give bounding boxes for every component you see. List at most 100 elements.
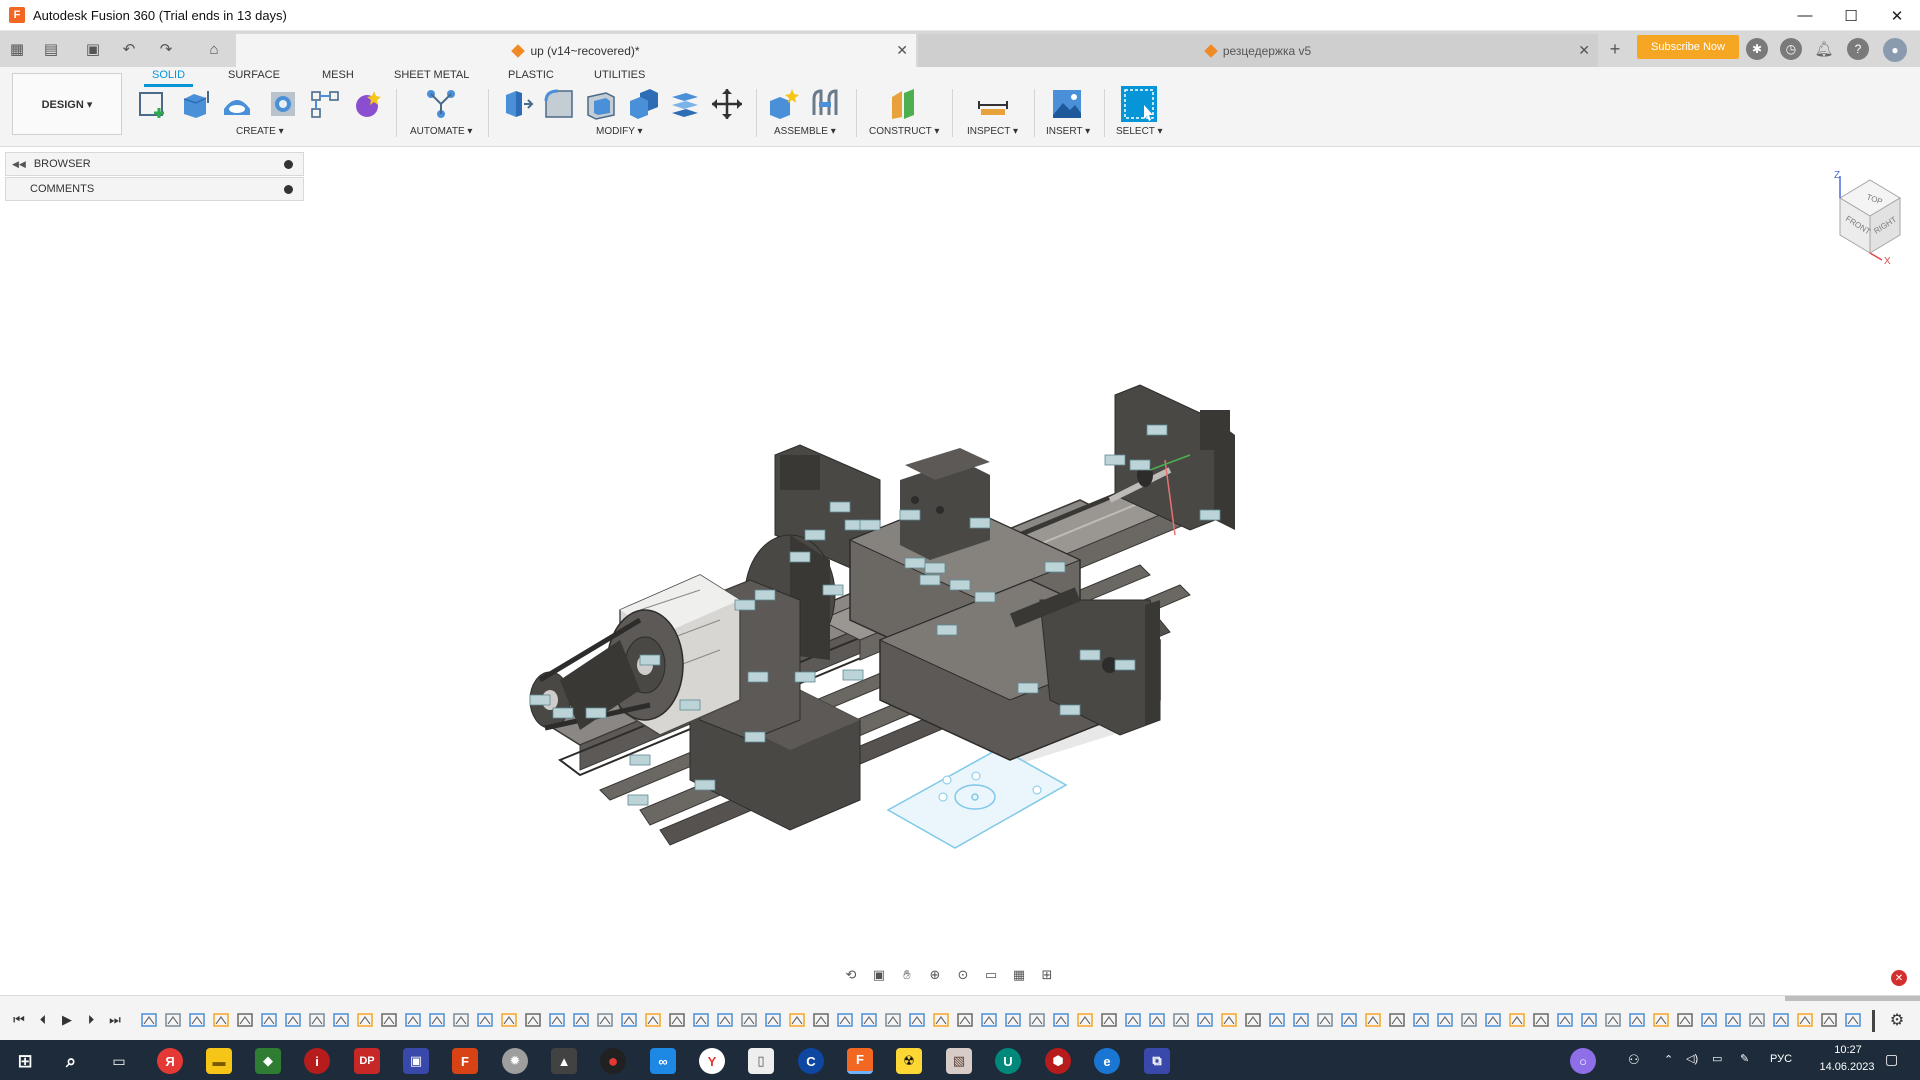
clock-time[interactable]: 10:27	[1818, 1044, 1878, 1056]
timeline-feature-icon[interactable]	[1557, 1013, 1573, 1027]
floppy-app-icon[interactable]: ▣	[403, 1048, 429, 1074]
timeline-feature-icon[interactable]	[1725, 1013, 1741, 1027]
timeline-settings-icon[interactable]: ⚙	[1888, 1011, 1906, 1029]
help-icon[interactable]: ?	[1847, 38, 1869, 60]
timeline-feature-icon[interactable]	[957, 1013, 973, 1027]
offset-plane-icon[interactable]	[886, 87, 920, 121]
timeline-feature-icon[interactable]	[1461, 1013, 1477, 1027]
timeline-feature-icon[interactable]	[1629, 1013, 1645, 1027]
network-icon[interactable]: ▭	[1712, 1052, 1722, 1065]
timeline-feature-icon[interactable]	[1149, 1013, 1165, 1027]
notepad-icon[interactable]: ▯	[748, 1048, 774, 1074]
app-u-icon[interactable]: U	[995, 1048, 1021, 1074]
construct-menu[interactable]: CONSTRUCT ▾	[869, 126, 939, 137]
timeline-feature-icon[interactable]	[213, 1013, 229, 1027]
tab-up-v14[interactable]: up (v14~recovered)* ✕	[236, 34, 916, 67]
timeline-feature-icon[interactable]	[261, 1013, 277, 1027]
timeline-feature-icon[interactable]	[1317, 1013, 1333, 1027]
timeline-feature-icon[interactable]	[789, 1013, 805, 1027]
sketch-plane[interactable]	[886, 747, 1068, 849]
clock-date[interactable]: 14.06.2023	[1812, 1061, 1882, 1073]
timeline-feature-icon[interactable]	[1389, 1013, 1405, 1027]
shell-icon[interactable]	[584, 87, 618, 121]
joint-icon[interactable]	[808, 87, 842, 121]
tab-rezcederzhka[interactable]: резцедержка v5 ✕	[918, 34, 1598, 67]
timeline-feature-icon[interactable]	[501, 1013, 517, 1027]
press-pull-icon[interactable]	[500, 87, 534, 121]
create-menu[interactable]: CREATE ▾	[236, 126, 284, 137]
timeline-feature-icon[interactable]	[165, 1013, 181, 1027]
record-icon[interactable]: ●	[600, 1048, 626, 1074]
timeline-feature-icon[interactable]	[1509, 1013, 1525, 1027]
tab-plastic[interactable]: PLASTIC	[508, 69, 554, 87]
timeline-feature-icon[interactable]	[1341, 1013, 1357, 1027]
timeline-feature-icon[interactable]	[573, 1013, 589, 1027]
timeline-feature-icon[interactable]	[981, 1013, 997, 1027]
timeline-feature-icon[interactable]	[717, 1013, 733, 1027]
pan-icon[interactable]: ✋︎	[896, 965, 918, 985]
timeline-feature-icon[interactable]	[837, 1013, 853, 1027]
timeline-feature-icon[interactable]	[1029, 1013, 1045, 1027]
tab-utilities[interactable]: UTILITIES	[594, 69, 645, 87]
redo-icon[interactable]: ↷	[155, 38, 177, 60]
grid-apps-icon[interactable]: ▦	[6, 38, 28, 60]
timeline-feature-icon[interactable]	[1197, 1013, 1213, 1027]
create-sketch-icon[interactable]	[136, 87, 170, 121]
timeline-feature-icon[interactable]	[1581, 1013, 1597, 1027]
automate-menu[interactable]: AUTOMATE ▾	[410, 126, 472, 137]
timeline-feature-icon[interactable]	[1701, 1013, 1717, 1027]
fillet-icon[interactable]	[542, 87, 576, 121]
timeline-feature-icon[interactable]	[621, 1013, 637, 1027]
timeline-feature-icon[interactable]	[1269, 1013, 1285, 1027]
language-indicator[interactable]: РУС	[1770, 1053, 1792, 1065]
minimize-button[interactable]: —	[1782, 0, 1828, 31]
timeline-feature-icon[interactable]	[861, 1013, 877, 1027]
close-tab-icon[interactable]: ✕	[1578, 42, 1590, 59]
timeline-feature-icon[interactable]	[1221, 1013, 1237, 1027]
timeline-feature-icon[interactable]	[429, 1013, 445, 1027]
user-tray-icon[interactable]: ⚇	[1628, 1052, 1640, 1068]
timeline-feature-icon[interactable]	[141, 1013, 157, 1027]
timeline-feature-icon[interactable]	[1605, 1013, 1621, 1027]
inkscape-icon[interactable]: ▲	[551, 1048, 577, 1074]
timeline-feature-icon[interactable]	[477, 1013, 493, 1027]
create-form-icon[interactable]	[350, 87, 384, 121]
app-blue-icon[interactable]: ∞	[650, 1048, 676, 1074]
timeline-play-icon[interactable]: ▶	[58, 1011, 76, 1029]
timeline-feature-icon[interactable]	[1077, 1013, 1093, 1027]
timeline-feature-icon[interactable]	[309, 1013, 325, 1027]
fit-icon[interactable]: ⊙	[952, 965, 974, 985]
3d-viewport[interactable]	[0, 148, 1920, 993]
timeline-feature-icon[interactable]	[1125, 1013, 1141, 1027]
grid-settings-icon[interactable]: ▦	[1008, 965, 1030, 985]
timeline-feature-icon[interactable]	[1749, 1013, 1765, 1027]
combine-icon[interactable]	[626, 87, 660, 121]
app-red-icon[interactable]: ⬢	[1045, 1048, 1071, 1074]
select-menu[interactable]: SELECT ▾	[1116, 126, 1163, 137]
close-button[interactable]: ✕	[1874, 0, 1920, 31]
timeline-feature-icon[interactable]	[1293, 1013, 1309, 1027]
timeline-feature-icon[interactable]	[909, 1013, 925, 1027]
alice-icon[interactable]: ○	[1570, 1048, 1596, 1074]
timeline-feature-icon[interactable]	[597, 1013, 613, 1027]
timeline-feature-icon[interactable]	[453, 1013, 469, 1027]
app-dp-icon[interactable]: DP	[354, 1048, 380, 1074]
inspect-menu[interactable]: INSPECT ▾	[967, 126, 1018, 137]
timeline-feature-icon[interactable]	[405, 1013, 421, 1027]
timeline-next-icon[interactable]: ⏵	[82, 1011, 100, 1029]
maximize-button[interactable]: ☐	[1828, 0, 1874, 31]
app-green-icon[interactable]: ◆	[255, 1048, 281, 1074]
yandex-browser-icon[interactable]: Я	[157, 1048, 183, 1074]
timeline-marker[interactable]	[1872, 1010, 1875, 1032]
viewcube[interactable]: TOP FRONT RIGHT Z X	[1810, 168, 1910, 268]
timeline-feature-icon[interactable]	[1413, 1013, 1429, 1027]
orbit-icon[interactable]: ⟲	[840, 965, 862, 985]
timeline-feature-icon[interactable]	[813, 1013, 829, 1027]
timeline-feature-icon[interactable]	[1101, 1013, 1117, 1027]
tab-mesh[interactable]: MESH	[322, 69, 354, 87]
tab-surface[interactable]: SURFACE	[228, 69, 280, 87]
revolve-icon[interactable]	[220, 87, 254, 121]
timeline-feature-icon[interactable]	[645, 1013, 661, 1027]
new-tab-icon[interactable]: +	[1604, 38, 1626, 60]
timeline-feature-icon[interactable]	[1845, 1013, 1861, 1027]
